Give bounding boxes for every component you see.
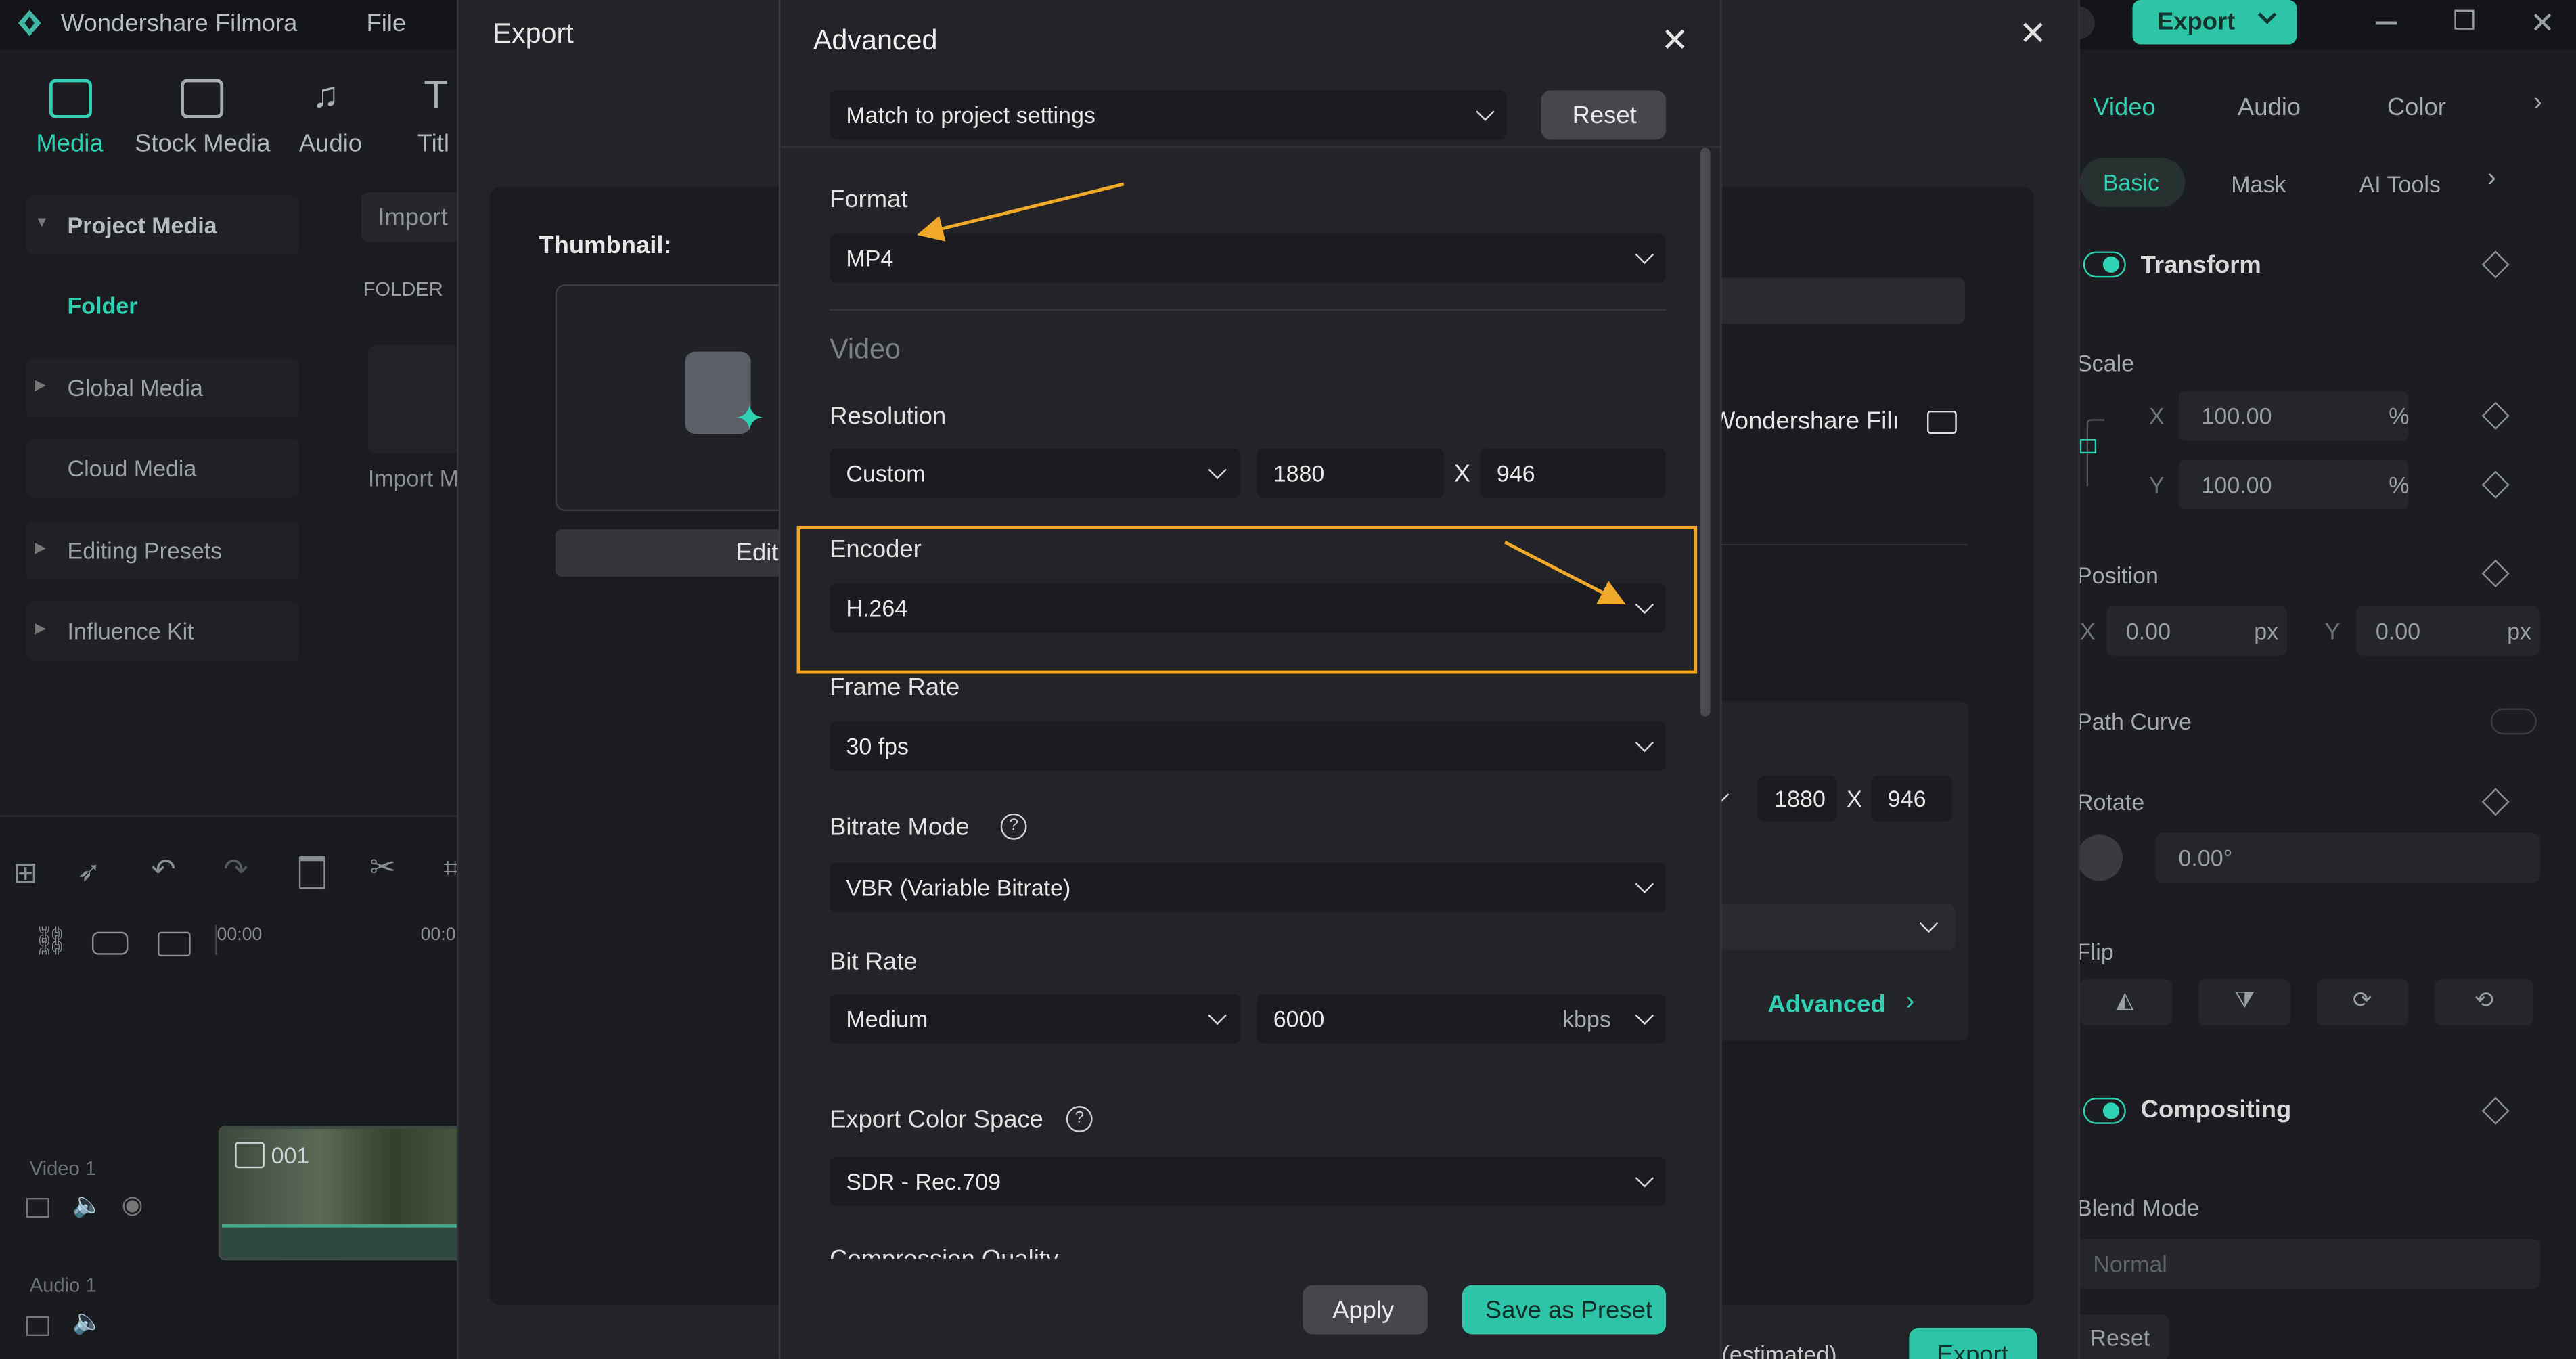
format-arrow	[917, 182, 1125, 242]
encoder-arrow	[1504, 541, 1626, 605]
annotation-arrows	[917, 182, 1626, 605]
